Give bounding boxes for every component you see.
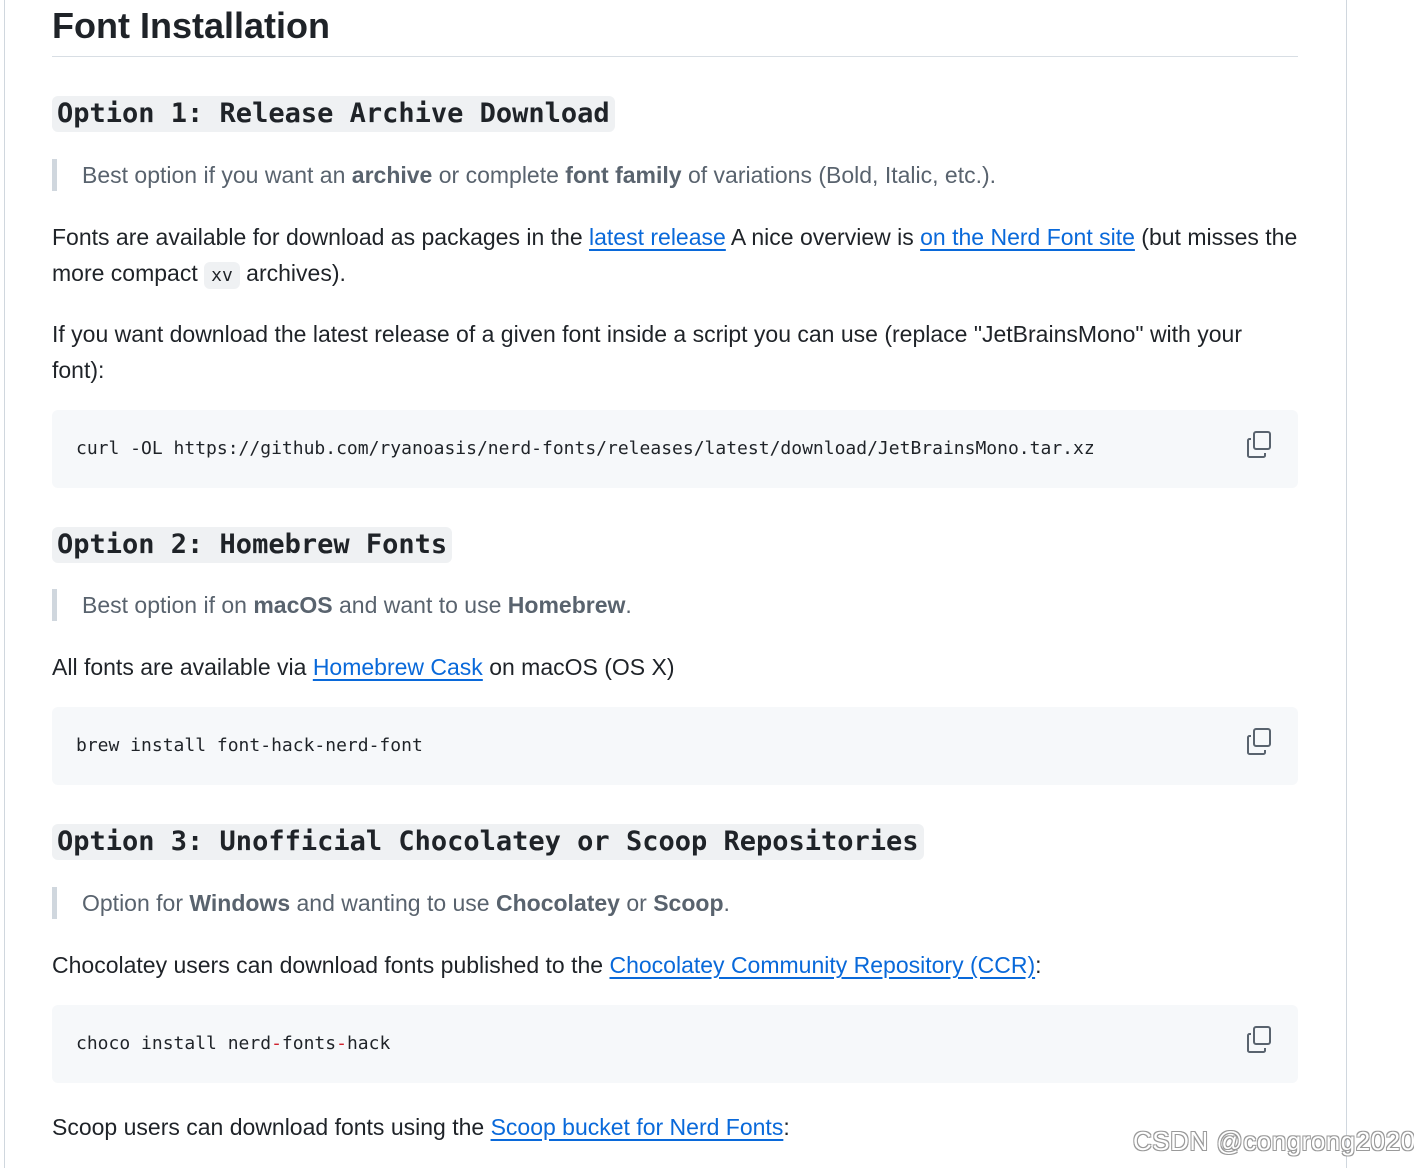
- paragraph-text: A nice overview is: [725, 224, 921, 250]
- quote-text: of variations (Bold, Italic, etc.).: [681, 162, 997, 188]
- copy-button[interactable]: [1246, 727, 1274, 757]
- paragraph-text: All fonts are available via: [52, 654, 313, 680]
- copy-button[interactable]: [1246, 1025, 1274, 1055]
- option-3-paragraph-1: Chocolatey users can download fonts publ…: [52, 947, 1298, 983]
- title-divider: [52, 56, 1298, 57]
- option-1-code-block: curl -OL https://github.com/ryanoasis/ne…: [52, 410, 1298, 488]
- paragraph-text: on macOS (OS X): [482, 654, 675, 680]
- page-title: Font Installation: [52, 5, 330, 46]
- copy-icon: [1247, 1026, 1271, 1053]
- scoop-bucket-link[interactable]: Scoop bucket for Nerd Fonts: [491, 1114, 784, 1140]
- copy-button[interactable]: [1246, 430, 1274, 460]
- quote-bold-homebrew: Homebrew: [507, 592, 626, 618]
- quote-bold-font-family: font family: [565, 162, 682, 188]
- homebrew-cask-link[interactable]: Homebrew Cask: [313, 654, 483, 680]
- quote-text: or complete: [432, 162, 566, 188]
- option-2-heading: Option 2: Homebrew Fonts: [52, 527, 453, 563]
- option-3-heading: Option 3: Unofficial Chocolatey or Scoop…: [52, 824, 924, 860]
- quote-text: Best option if on: [82, 592, 254, 618]
- option-1-paragraph-1: Fonts are available for download as pack…: [52, 219, 1298, 294]
- quote-text: .: [625, 592, 632, 618]
- code-text: choco install nerd-fonts-hack: [76, 1032, 390, 1056]
- code-token: fonts: [281, 1033, 337, 1054]
- option-3-paragraph-2: Scoop users can download fonts using the…: [52, 1109, 1298, 1145]
- latest-release-link[interactable]: latest release: [589, 224, 726, 250]
- quote-bold-chocolatey: Chocolatey: [496, 890, 620, 916]
- quote-text: or: [619, 890, 654, 916]
- quote-bold-archive: archive: [351, 162, 433, 188]
- option-1-quote: Best option if you want an archive or co…: [52, 159, 1322, 191]
- nerd-font-site-link[interactable]: on the Nerd Font site: [920, 224, 1135, 250]
- option-1-heading: Option 1: Release Archive Download: [52, 96, 615, 132]
- option-2-code-block: brew install font-hack-nerd-font: [52, 707, 1298, 785]
- option-3-code-block: choco install nerd-fonts-hack: [52, 1005, 1298, 1083]
- code-text: curl -OL https://github.com/ryanoasis/ne…: [76, 438, 1095, 459]
- quote-bold-macos: macOS: [253, 592, 333, 618]
- option-3-quote: Option for Windows and wanting to use Ch…: [52, 887, 1322, 919]
- paragraph-text: Fonts are available for download as pack…: [52, 224, 589, 250]
- code-token: hack: [346, 1033, 391, 1054]
- code-operator: -: [271, 1033, 282, 1054]
- chocolatey-ccr-link[interactable]: Chocolatey Community Repository (CCR): [609, 952, 1035, 978]
- quote-bold-scoop: Scoop: [653, 890, 724, 916]
- quote-text: and wanting to use: [290, 890, 496, 916]
- code-token: choco install nerd: [76, 1033, 272, 1054]
- option-2-paragraph: All fonts are available via Homebrew Cas…: [52, 649, 1298, 685]
- paragraph-text: Scoop users can download fonts using the: [52, 1114, 491, 1140]
- quote-text: and want to use: [332, 592, 508, 618]
- copy-icon: [1247, 728, 1271, 755]
- option-1-paragraph-2: If you want download the latest release …: [52, 321, 1242, 383]
- paragraph-text: archives).: [239, 260, 346, 286]
- paragraph-text: Chocolatey users can download fonts publ…: [52, 952, 610, 978]
- inline-code-xv: xv: [204, 262, 240, 289]
- quote-text: .: [723, 890, 730, 916]
- csdn-watermark: CSDN @congrong2020: [1133, 1126, 1414, 1156]
- code-operator: -: [336, 1033, 347, 1054]
- paragraph-text: :: [1035, 952, 1042, 978]
- copy-icon: [1247, 431, 1271, 458]
- page-frame-right-border: [1346, 0, 1347, 1168]
- quote-bold-windows: Windows: [189, 890, 291, 916]
- paragraph-text: :: [783, 1114, 790, 1140]
- quote-text: Option for: [82, 890, 190, 916]
- code-text: brew install font-hack-nerd-font: [76, 735, 423, 756]
- quote-text: Best option if you want an: [82, 162, 352, 188]
- page-frame-left-border: [4, 0, 5, 1168]
- option-2-quote: Best option if on macOS and want to use …: [52, 589, 1322, 621]
